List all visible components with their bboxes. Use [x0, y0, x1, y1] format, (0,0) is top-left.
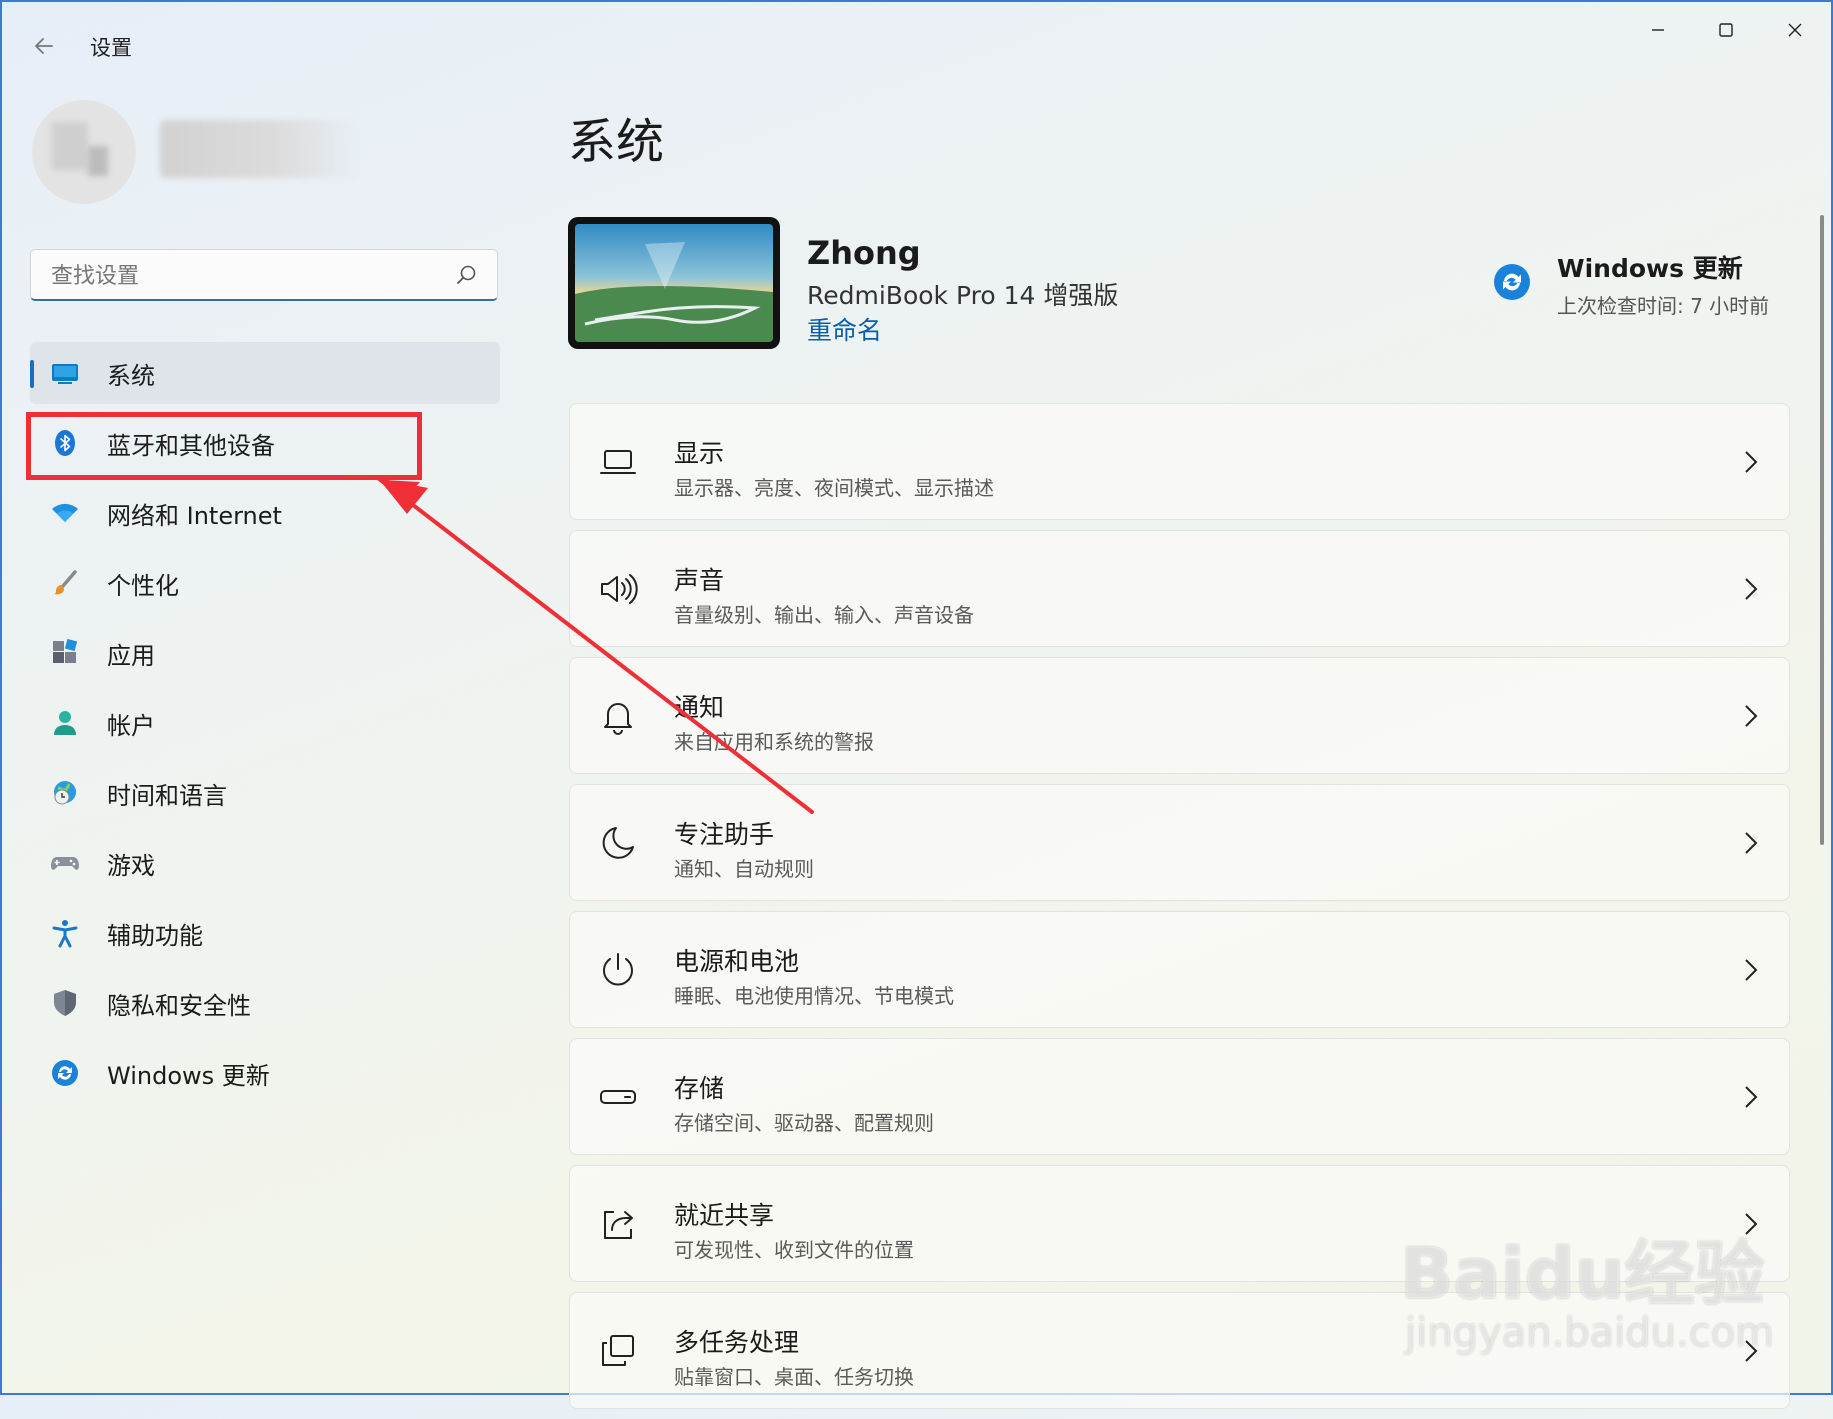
chevron-right-icon	[1745, 832, 1758, 854]
sidebar-item-label: 游戏	[107, 851, 155, 880]
speaker-icon	[601, 574, 638, 604]
watermark-logo: Baidu经验	[1400, 1233, 1765, 1315]
card-subtitle: 存储空间、驱动器、配置规则	[674, 1111, 934, 1135]
bell-icon	[604, 703, 632, 735]
sidebar-item-windows-update[interactable]: Windows 更新	[30, 1042, 500, 1104]
card-title: 显示	[674, 439, 725, 468]
sidebar-item-network[interactable]: 网络和 Internet	[30, 482, 500, 544]
wallpaper-image	[575, 224, 773, 342]
annotation-highlight-box	[26, 412, 422, 480]
sidebar-item-label: 隐私和安全性	[107, 991, 251, 1020]
device-model: RedmiBook Pro 14 增强版	[807, 281, 1119, 310]
sidebar-item-label: 应用	[107, 641, 155, 670]
windows-update-icon	[50, 1058, 80, 1088]
sidebar-item-time-language[interactable]: 时间和语言	[30, 762, 500, 824]
account-icon	[50, 708, 80, 738]
windows-update-icon[interactable]	[1492, 262, 1532, 302]
sidebar-item-label: 个性化	[107, 571, 179, 600]
apps-icon	[50, 638, 80, 668]
chevron-right-icon	[1745, 959, 1758, 981]
maximize-button[interactable]	[1693, 6, 1759, 54]
minimize-icon	[1652, 29, 1664, 31]
globe-clock-icon	[50, 778, 80, 808]
card-subtitle: 显示器、亮度、夜间模式、显示描述	[674, 476, 994, 500]
sidebar-item-label: 网络和 Internet	[107, 501, 282, 530]
accessibility-icon	[50, 918, 80, 948]
card-title: 多任务处理	[674, 1328, 800, 1357]
card-subtitle: 贴靠窗口、桌面、任务切换	[674, 1365, 914, 1389]
card-subtitle: 来自应用和系统的警报	[674, 730, 874, 754]
share-icon	[604, 1211, 633, 1239]
watermark-url: jingyan.baidu.com	[1405, 1310, 1775, 1356]
sidebar-item-label: Windows 更新	[107, 1061, 270, 1090]
wifi-icon	[50, 498, 80, 528]
card-storage[interactable]: 存储 存储空间、驱动器、配置规则	[569, 1038, 1790, 1155]
rename-link[interactable]: 重命名	[807, 311, 882, 347]
avatar-blur-block	[88, 146, 108, 176]
sidebar-item-system[interactable]: 系统	[30, 342, 500, 404]
moon-icon	[602, 827, 634, 859]
user-name-blurred	[160, 120, 360, 178]
search-box[interactable]	[30, 249, 498, 301]
sidebar-item-label: 辅助功能	[107, 921, 203, 950]
power-icon	[603, 953, 633, 986]
search-input[interactable]	[49, 259, 433, 293]
card-subtitle: 通知、自动规则	[674, 857, 814, 881]
sidebar-item-accessibility[interactable]: 辅助功能	[30, 902, 500, 964]
close-button[interactable]	[1762, 6, 1828, 54]
card-subtitle: 音量级别、输出、输入、声音设备	[674, 603, 974, 627]
card-sound[interactable]: 声音 音量级别、输出、输入、声音设备	[569, 530, 1790, 647]
device-name: Zhong	[807, 234, 921, 272]
card-title: 通知	[674, 693, 725, 722]
sidebar-item-privacy-security[interactable]: 隐私和安全性	[30, 972, 500, 1034]
card-title: 专注助手	[674, 820, 775, 849]
maximize-icon	[1719, 23, 1733, 37]
chevron-right-icon	[1745, 1086, 1758, 1108]
app-title: 设置	[90, 36, 132, 60]
chevron-right-icon	[1745, 578, 1758, 600]
sidebar-item-label: 帐户	[107, 711, 155, 740]
card-title: 就近共享	[674, 1201, 775, 1230]
sidebar-item-label: 时间和语言	[107, 781, 227, 810]
card-display[interactable]: 显示 显示器、亮度、夜间模式、显示描述	[569, 403, 1790, 520]
avatar-blur-block	[52, 122, 88, 170]
monitor-icon	[50, 358, 80, 388]
sidebar-item-personalization[interactable]: 个性化	[30, 552, 500, 614]
minimize-button[interactable]	[1625, 6, 1691, 54]
storage-drive-icon	[600, 1090, 636, 1104]
sidebar-item-label: 系统	[107, 361, 155, 390]
title-bar: 设置	[0, 0, 1833, 90]
sidebar-item-accounts[interactable]: 帐户	[30, 692, 500, 754]
shield-icon	[50, 988, 80, 1018]
back-button[interactable]	[26, 28, 62, 64]
card-title: 电源和电池	[674, 947, 800, 976]
card-title: 声音	[674, 566, 725, 595]
avatar[interactable]	[32, 100, 136, 204]
chevron-right-icon	[1745, 705, 1758, 727]
page-title: 系统	[568, 114, 665, 170]
card-title: 存储	[674, 1074, 725, 1103]
back-arrow-icon	[35, 38, 53, 54]
sidebar-item-apps[interactable]: 应用	[30, 622, 500, 684]
card-subtitle: 睡眠、电池使用情况、节电模式	[674, 984, 954, 1008]
laptop-icon	[600, 450, 636, 474]
gamepad-icon	[50, 848, 80, 878]
device-wallpaper-thumbnail	[568, 217, 780, 349]
paintbrush-icon	[50, 568, 80, 598]
sidebar-item-gaming[interactable]: 游戏	[30, 832, 500, 894]
card-focus-assist[interactable]: 专注助手 通知、自动规则	[569, 784, 1790, 901]
card-notifications[interactable]: 通知 来自应用和系统的警报	[569, 657, 1790, 774]
card-power-battery[interactable]: 电源和电池 睡眠、电池使用情况、节电模式	[569, 911, 1790, 1028]
close-icon	[1788, 23, 1802, 37]
chevron-right-icon	[1745, 451, 1758, 473]
search-icon[interactable]	[453, 262, 479, 288]
scrollbar-thumb[interactable]	[1820, 215, 1824, 845]
windows-update-status: 上次检查时间: 7 小时前	[1557, 294, 1770, 318]
windows-update-title[interactable]: Windows 更新	[1557, 249, 1743, 285]
multitask-icon	[602, 1335, 634, 1366]
card-subtitle: 可发现性、收到文件的位置	[674, 1238, 914, 1262]
